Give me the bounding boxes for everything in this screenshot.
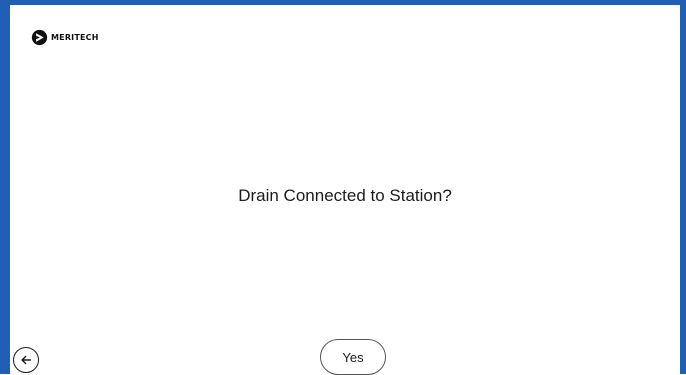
arrow-left-icon [21,355,32,365]
brand-name: MERITECH [51,33,99,42]
brand-logo: MERITECH [31,29,99,46]
station-screen: MERITECH Drain Connected to Station? Yes [0,0,686,375]
yes-button[interactable]: Yes [320,339,386,375]
meritech-logo-icon [31,29,48,46]
prompt-question: Drain Connected to Station? [238,186,452,205]
back-button[interactable] [13,347,39,373]
